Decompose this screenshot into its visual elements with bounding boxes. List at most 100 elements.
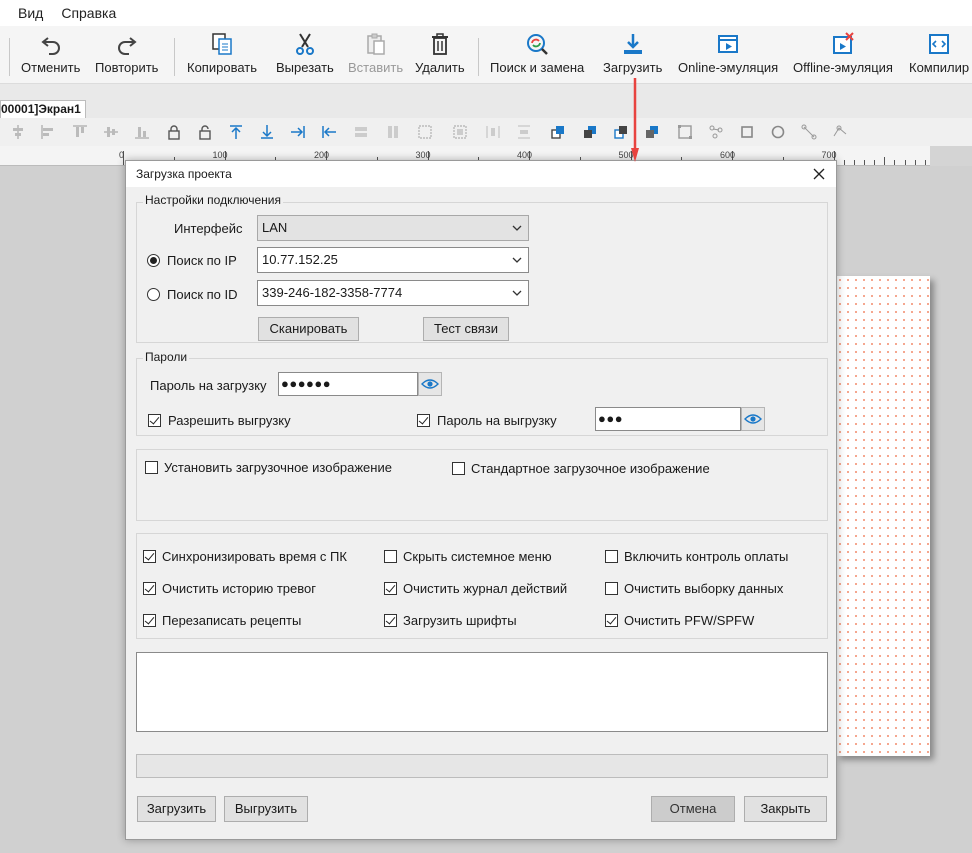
move-left-icon[interactable] xyxy=(321,124,337,140)
bring-to-front-icon[interactable] xyxy=(613,124,629,140)
align-center-icon[interactable] xyxy=(10,124,26,140)
download-toolbar-button[interactable]: Загрузить xyxy=(603,32,662,80)
line-nodes-icon[interactable] xyxy=(801,124,817,140)
tab-screen1[interactable]: 00001]Экран1 xyxy=(0,100,86,118)
payment-control-checkbox[interactable] xyxy=(605,550,618,563)
download-password-input[interactable]: ●●●●●● xyxy=(278,372,418,396)
hide-system-menu-checkbox[interactable] xyxy=(384,550,397,563)
online-emulation-button[interactable]: Online-эмуляция xyxy=(678,32,778,80)
show-download-password-button[interactable] xyxy=(418,372,442,396)
trash-icon xyxy=(431,33,448,55)
search-by-id-label: Поиск по ID xyxy=(167,287,238,302)
lock-icon[interactable] xyxy=(166,124,182,140)
connect-nodes-icon[interactable] xyxy=(708,124,724,140)
ruler-tick xyxy=(884,157,886,165)
test-connection-button[interactable]: Тест связи xyxy=(423,317,509,341)
undo-label: Отменить xyxy=(21,60,81,75)
download-fonts-checkbox[interactable] xyxy=(384,614,397,627)
redo-button[interactable]: Повторить xyxy=(95,32,158,80)
annotation-arrow-icon xyxy=(631,78,639,162)
polyline-nodes-icon[interactable] xyxy=(832,124,848,140)
ruler-tick xyxy=(914,160,916,165)
upload-password-label: Пароль на выгрузку xyxy=(437,413,557,428)
rectangle-select-icon[interactable] xyxy=(739,124,755,140)
download-log-textarea[interactable] xyxy=(136,652,828,732)
scan-button[interactable]: Сканировать xyxy=(258,317,359,341)
unlock-icon[interactable] xyxy=(197,124,213,140)
group-icon[interactable] xyxy=(452,124,468,140)
align-left-icon[interactable] xyxy=(40,124,56,140)
ip-address-combo[interactable]: 10.77.152.25 xyxy=(257,247,529,273)
distribute-horizontal-icon[interactable] xyxy=(485,124,501,140)
search-by-ip-radio[interactable] xyxy=(147,254,160,267)
paste-button[interactable]: Вставить xyxy=(348,32,403,80)
copy-label: Копировать xyxy=(187,60,257,75)
align-top-icon[interactable] xyxy=(72,124,88,140)
same-size-icon[interactable] xyxy=(417,124,433,140)
show-upload-password-button[interactable] xyxy=(741,407,765,431)
upload-password-checkbox[interactable] xyxy=(417,414,430,427)
close-button[interactable]: Закрыть xyxy=(744,796,827,822)
same-width-icon[interactable] xyxy=(353,124,369,140)
eye-icon xyxy=(744,414,762,424)
download-project-dialog: Загрузка проекта Настройки подключения И… xyxy=(125,160,837,840)
offline-emulation-icon xyxy=(832,32,854,54)
dialog-title: Загрузка проекта xyxy=(126,161,836,187)
copy-button[interactable]: Копировать xyxy=(187,32,257,80)
cancel-button[interactable]: Отмена xyxy=(651,796,735,822)
send-down-icon[interactable] xyxy=(259,124,275,140)
overwrite-recipes-checkbox[interactable] xyxy=(143,614,156,627)
undo-button[interactable]: Отменить xyxy=(21,32,80,80)
screen-canvas[interactable] xyxy=(836,276,930,756)
device-id-combo[interactable]: 339-246-182-3358-7774 xyxy=(257,280,529,306)
bring-forward-icon[interactable] xyxy=(550,124,566,140)
compile-button[interactable]: Компилир xyxy=(909,32,969,80)
delete-button[interactable]: Удалить xyxy=(415,32,465,80)
move-right-icon[interactable] xyxy=(290,124,306,140)
offline-emulation-button[interactable]: Offline-эмуляция xyxy=(793,32,893,80)
ruler-label: 700 xyxy=(821,150,837,160)
ruler-tick xyxy=(904,160,906,165)
distribute-vertical-icon[interactable] xyxy=(516,124,532,140)
find-replace-icon xyxy=(527,34,549,55)
find-replace-button[interactable]: Поиск и замена xyxy=(490,32,584,80)
compile-icon xyxy=(929,34,950,54)
send-backward-icon[interactable] xyxy=(582,124,598,140)
search-by-id-radio[interactable] xyxy=(147,288,160,301)
payment-control-label: Включить контроль оплаты xyxy=(624,549,789,564)
circle-select-icon[interactable] xyxy=(770,124,786,140)
interface-select[interactable]: LAN xyxy=(257,215,529,241)
download-progress-bar xyxy=(136,754,828,778)
sync-time-checkbox[interactable] xyxy=(143,550,156,563)
send-to-back-icon[interactable] xyxy=(644,124,660,140)
close-icon[interactable] xyxy=(810,165,828,183)
ip-address-value: 10.77.152.25 xyxy=(262,252,338,267)
menu-help[interactable]: Справка xyxy=(52,5,125,21)
same-height-icon[interactable] xyxy=(385,124,401,140)
ruler-label: 200 xyxy=(314,150,330,160)
ruler-tick xyxy=(863,160,865,165)
align-bottom-icon[interactable] xyxy=(134,124,150,140)
clear-action-log-checkbox[interactable] xyxy=(384,582,397,595)
allow-upload-checkbox[interactable] xyxy=(148,414,161,427)
compile-label: Компилир xyxy=(909,60,970,75)
set-boot-image-checkbox[interactable] xyxy=(145,461,158,474)
menu-view[interactable]: Вид xyxy=(0,5,52,21)
chevron-down-icon xyxy=(512,225,522,231)
clear-data-sampling-checkbox[interactable] xyxy=(605,582,618,595)
clear-pfw-spfw-checkbox[interactable] xyxy=(605,614,618,627)
ruler-label: 300 xyxy=(415,150,431,160)
upload-password-input[interactable]: ●●● xyxy=(595,407,741,431)
cut-button[interactable]: Вырезать xyxy=(276,32,334,80)
standard-boot-image-checkbox[interactable] xyxy=(452,462,465,475)
overwrite-recipes-label: Перезаписать рецепты xyxy=(162,613,302,628)
ruler-label: 600 xyxy=(720,150,736,160)
upload-button[interactable]: Выгрузить xyxy=(224,796,308,822)
download-icon xyxy=(623,34,642,54)
clear-alarm-history-checkbox[interactable] xyxy=(143,582,156,595)
frame-icon[interactable] xyxy=(677,124,693,140)
bring-up-icon[interactable] xyxy=(228,124,244,140)
ruler-label: 0 xyxy=(119,150,125,160)
download-button[interactable]: Загрузить xyxy=(137,796,216,822)
align-middle-icon[interactable] xyxy=(103,124,119,140)
